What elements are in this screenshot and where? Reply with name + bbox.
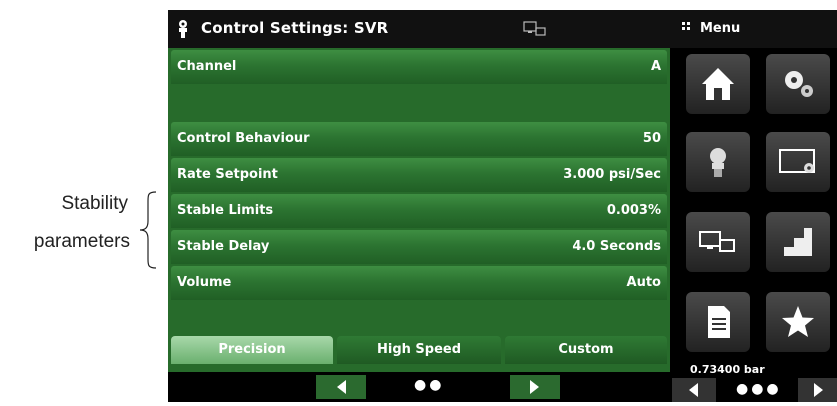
row-label: Rate Setpoint [177,167,278,182]
chevron-left-icon [689,383,698,397]
remote-status-icon [523,21,546,36]
page-dots: ●● [414,377,445,393]
menu-next-button[interactable] [798,378,837,402]
row-value: 3.000 psi/Sec [563,167,661,182]
row-label: Control Behaviour [177,131,310,146]
stability-annotation: Stability parameters [0,188,160,269]
display-settings-icon [779,149,815,173]
control-icon [710,148,726,177]
menu-sidebar: 0.73400 bar ●●● [670,48,837,402]
chevron-right-icon [530,380,539,394]
annotation-line1: Stability [61,193,128,214]
row-rate-setpoint[interactable]: Rate Setpoint 3.000 psi/Sec [171,158,667,192]
row-control-behaviour[interactable]: Control Behaviour 50 [171,122,667,156]
menu-prev-button[interactable] [672,378,716,402]
row-volume[interactable]: Volume Auto [171,266,667,300]
tab-custom[interactable]: Custom [505,336,667,364]
mode-tabs: Precision High Speed Custom [171,336,667,364]
device-screen: Control Settings: SVR Menu Channel A Con… [168,10,837,402]
tab-high-speed[interactable]: High Speed [337,336,501,364]
row-value: 50 [642,131,661,146]
menu-label: Menu [700,21,741,36]
row-label: Stable Delay [177,239,270,254]
menu-grid-icon [682,22,690,30]
home-icon [702,68,734,100]
tab-precision[interactable]: Precision [171,336,333,364]
row-stable-limits[interactable]: Stable Limits 0.003% [171,194,667,228]
row-value: Auto [626,275,661,290]
display-settings-button[interactable] [766,132,830,192]
page-title: Control Settings: SVR [201,19,389,37]
row-label: Stable Limits [177,203,274,218]
step-button[interactable] [766,212,830,272]
row-value: 0.003% [606,203,661,218]
favorite-icon [782,306,814,337]
favorites-button[interactable] [766,292,830,352]
settings-icon [785,71,813,97]
row-channel[interactable]: Channel A [171,50,667,84]
menu-page-navigator: ●●● [670,378,837,402]
row-stable-delay[interactable]: Stable Delay 4.0 Seconds [171,230,667,264]
title-bar: Control Settings: SVR [168,10,670,48]
row-label: Volume [177,275,232,290]
controller-icon [179,20,187,38]
pressure-reading: 0.73400 bar [690,363,765,376]
remote-icon [699,231,735,252]
annotation-line2: parameters [33,231,130,252]
row-value: A [650,59,661,74]
step-icon [784,228,812,256]
page-navigator: ●● [168,372,670,402]
control-button[interactable] [686,132,750,192]
prev-page-button[interactable] [316,375,366,399]
remote-button[interactable] [686,212,750,272]
row-value: 4.0 Seconds [572,239,661,254]
settings-panel: Channel A Control Behaviour 50 Rate Setp… [168,48,670,402]
menu-header[interactable]: Menu [670,10,837,48]
next-page-button[interactable] [510,375,560,399]
settings-button[interactable] [766,54,830,114]
row-label: Channel [177,59,237,74]
chevron-right-icon [814,383,823,397]
chevron-left-icon [337,380,346,394]
home-button[interactable] [686,54,750,114]
brace-icon [139,191,157,269]
document-button[interactable] [686,292,750,352]
menu-page-dots: ●●● [736,381,782,397]
document-icon [708,306,730,338]
